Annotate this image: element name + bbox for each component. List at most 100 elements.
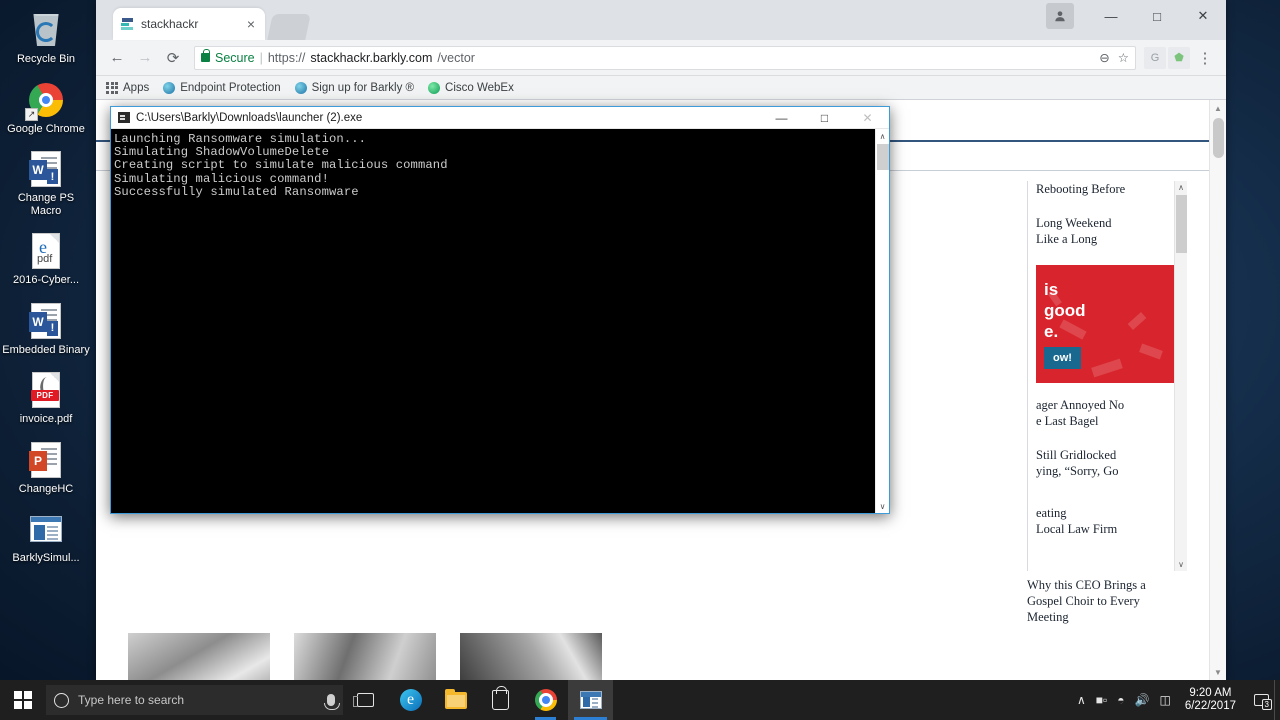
taskbar-clock[interactable]: 9:20 AM 6/22/2017	[1181, 687, 1240, 713]
search-input[interactable]: Type here to search	[78, 693, 318, 707]
extension-shield-icon[interactable]: ⬟	[1168, 46, 1190, 69]
reload-button[interactable]: ⟳	[160, 45, 186, 71]
zoom-out-icon[interactable]: ⊖	[1099, 50, 1109, 65]
desktop-icon-2016-cyber[interactable]: e pdf 2016-Cyber...	[0, 227, 92, 289]
start-button[interactable]	[0, 680, 46, 720]
bookmark-endpoint-protection[interactable]: Endpoint Protection	[163, 81, 281, 94]
page-scrollbar[interactable]: ▲ ▼	[1209, 100, 1226, 681]
console-minimize-button[interactable]: —	[760, 107, 803, 129]
taskbar-task-view-button[interactable]	[343, 680, 388, 720]
taskbar-barkly-simulator[interactable]	[568, 680, 613, 720]
scroll-down-icon[interactable]: ∨	[1175, 558, 1187, 571]
console-output-area[interactable]: Launching Ransomware simulation... Simul…	[111, 129, 889, 513]
bookmark-cisco-webex[interactable]: Cisco WebEx	[428, 81, 514, 94]
taskbar-search-box[interactable]: Type here to search	[46, 685, 343, 715]
console-window-controls: — □ ✕	[760, 107, 889, 129]
taskbar-microsoft-store[interactable]	[478, 680, 523, 720]
wifi-icon[interactable]: ◓	[1117, 693, 1124, 707]
sidebar-headline[interactable]: Still Gridlocked ying, “Sorry, Go	[1036, 447, 1177, 479]
console-maximize-button[interactable]: □	[803, 107, 846, 129]
desktop-icon-label: Google Chrome	[7, 122, 85, 135]
sidebar-scrollbar[interactable]: ∧ ∨	[1174, 181, 1187, 571]
new-tab-button[interactable]	[267, 14, 311, 40]
desktop-icon-invoice-pdf[interactable]: PDF invoice.pdf	[0, 366, 92, 428]
console-close-button[interactable]: ✕	[846, 107, 889, 129]
bookmark-star-icon[interactable]: ☆	[1118, 50, 1129, 65]
forward-button[interactable]: →	[132, 45, 158, 71]
desktop-icon-recycle-bin[interactable]: Recycle Bin	[0, 6, 92, 68]
extension-grammarly-icon[interactable]: G	[1144, 46, 1166, 69]
page-scroll-up-icon[interactable]: ▲	[1210, 100, 1226, 117]
sidebar-scroll-region: Rebooting Before Long Weekend Like a Lon…	[1027, 181, 1177, 571]
tab-strip: stackhackr × — □ ✕	[96, 0, 1226, 40]
close-window-button[interactable]: ✕	[1180, 0, 1226, 32]
taskbar-file-explorer[interactable]	[433, 680, 478, 720]
folder-icon	[444, 688, 467, 709]
console-scroll-down-icon[interactable]: ∨	[876, 499, 889, 513]
bookmark-label: Apps	[123, 81, 150, 94]
console-title-bar[interactable]: C:\Users\Barkly\Downloads\launcher (2).e…	[111, 107, 889, 129]
console-scrollbar[interactable]: ∧ ∨	[875, 129, 889, 513]
taskbar-microsoft-edge[interactable]	[388, 680, 433, 720]
promo-cta-button[interactable]: ow!	[1044, 347, 1081, 369]
desktop-icon-label: Change PS Macro	[17, 192, 75, 217]
window-controls: — □ ✕	[1088, 0, 1226, 32]
sidebar-headline[interactable]: Long Weekend Like a Long	[1036, 215, 1177, 247]
keyboard-icon[interactable]: ◫	[1159, 693, 1170, 707]
promo-line-2: good	[1044, 301, 1086, 320]
article-card-row: Spring Breaker: Big Wave Ruins Selfie Li…	[96, 625, 1209, 681]
scrollbar-thumb[interactable]	[1176, 195, 1187, 253]
show-desktop-button[interactable]	[1274, 680, 1280, 720]
profile-avatar-button[interactable]	[1046, 3, 1074, 29]
bookmark-sign-up-for-barkly[interactable]: Sign up for Barkly ®	[294, 81, 414, 94]
minimize-window-button[interactable]: —	[1088, 0, 1134, 32]
show-hidden-icons-button[interactable]: ∧	[1077, 693, 1086, 707]
desktop-icon-label: Recycle Bin	[16, 53, 76, 65]
person-icon	[1055, 11, 1065, 22]
volume-icon[interactable]: 🔊	[1135, 693, 1150, 707]
article-card[interactable]: Survey: 80% Viewers Agree Video of Koala…	[460, 633, 602, 681]
globe-green-icon	[428, 81, 441, 94]
word-document-icon: W !	[26, 299, 66, 341]
article-card[interactable]: Spring Breaker: Big Wave Ruins Selfie	[128, 633, 270, 681]
chrome-menu-button[interactable]: ⋮	[1192, 45, 1218, 71]
desktop-icon-changehc[interactable]: P ChangeHC	[0, 436, 92, 498]
desktop-icon-change-ps-macro[interactable]: W ! Change PS Macro	[0, 145, 92, 219]
desktop-icon-barklysimulator[interactable]: BarklySimul...	[0, 505, 92, 567]
bookmark-label: Endpoint Protection	[180, 81, 281, 94]
taskbar-google-chrome[interactable]	[523, 680, 568, 720]
application-window-icon	[26, 509, 66, 549]
maximize-window-button[interactable]: □	[1134, 0, 1180, 32]
word-document-icon: W !	[26, 148, 66, 189]
microphone-icon[interactable]	[324, 694, 340, 710]
desktop-icon-label: invoice.pdf	[19, 413, 73, 425]
desktop-icon-google-chrome[interactable]: ↗ Google Chrome	[0, 76, 92, 138]
sidebar-headline[interactable]: ager Annoyed No e Last Bagel	[1036, 397, 1177, 429]
page-scrollbar-thumb[interactable]	[1213, 118, 1224, 158]
article-thumbnail	[128, 633, 270, 681]
page-scroll-down-icon[interactable]: ▼	[1210, 664, 1226, 681]
close-tab-icon[interactable]: ×	[245, 17, 257, 31]
console-scrollbar-thumb[interactable]	[877, 144, 889, 170]
console-line: Simulating malicious command!	[114, 171, 329, 186]
back-button[interactable]: ←	[104, 45, 130, 71]
clock-time: 9:20 AM	[1189, 687, 1232, 699]
clock-date: 6/22/2017	[1184, 700, 1236, 712]
task-view-icon	[353, 693, 374, 707]
sidebar-headline[interactable]: Why this CEO Brings a Gospel Choir to Ev…	[1027, 577, 1177, 625]
address-bar[interactable]: Secure | https:// stackhackr.barkly.com …	[194, 45, 1136, 70]
scroll-up-icon[interactable]: ∧	[1175, 181, 1187, 194]
article-card[interactable]: Little Horse Accepted to all 7 Ivy Leagu…	[294, 633, 436, 681]
console-scroll-up-icon[interactable]: ∧	[876, 129, 889, 143]
desktop: Recycle Bin ↗ Google Chrome W ! Change P…	[0, 0, 1280, 720]
sidebar-headline[interactable]: eating Local Law Firm	[1036, 505, 1177, 537]
promo-banner[interactable]: is good e. ow!	[1036, 265, 1177, 383]
battery-icon[interactable]: ■▫	[1096, 693, 1108, 707]
action-center-button[interactable]: 3	[1250, 680, 1272, 720]
browser-tab-stackhackr[interactable]: stackhackr ×	[113, 8, 265, 40]
desktop-icon-embedded-binary[interactable]: W ! Embedded Binary	[0, 297, 92, 359]
promo-line-1: is	[1044, 280, 1059, 299]
bookmark-apps[interactable]: Apps	[106, 81, 150, 94]
sidebar-headline[interactable]: Rebooting Before	[1036, 181, 1177, 197]
pdf-document-icon: e pdf	[26, 231, 66, 271]
